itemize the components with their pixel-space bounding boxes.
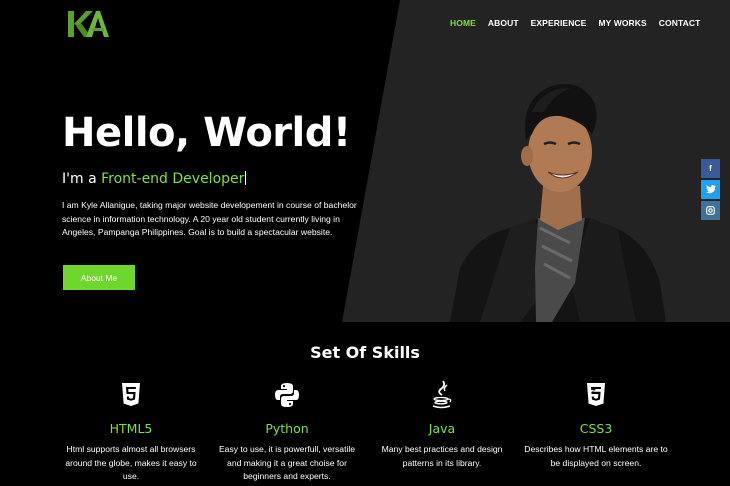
nav-my-works[interactable]: MY WORKS <box>598 18 646 28</box>
nav-experience[interactable]: EXPERIENCE <box>531 18 587 28</box>
instagram-icon[interactable] <box>701 201 720 220</box>
social-bar: f <box>701 159 720 222</box>
skill-description: Easy to use, it is powerfull, versatile … <box>218 444 356 481</box>
nav-about[interactable]: ABOUT <box>488 18 519 28</box>
skill-card-css3: CSS3 Describes how HTML elements are to … <box>516 380 676 470</box>
skills-title: Set Of Skills <box>310 343 420 362</box>
nav-home[interactable]: HOME <box>450 18 476 28</box>
skill-card-html5: HTML5 Html supports almost all browsers … <box>51 380 211 484</box>
hero-title: Hello, World! <box>62 110 351 156</box>
skill-description: Describes how HTML elements are to be di… <box>524 444 668 468</box>
main-nav: HOME ABOUT EXPERIENCE MY WORKS CONTACT <box>450 18 700 28</box>
skill-name: Java <box>428 421 456 436</box>
skill-name: HTML5 <box>109 421 153 436</box>
java-icon <box>432 380 452 409</box>
python-icon <box>275 383 299 407</box>
about-me-button[interactable]: About Me <box>63 265 135 290</box>
logo-icon[interactable] <box>66 8 110 40</box>
hero-description: I am Kyle Allanigue, taking major websit… <box>62 200 357 237</box>
skill-card-python: Python Easy to use, it is powerfull, ver… <box>207 380 367 484</box>
twitter-icon[interactable] <box>701 180 720 199</box>
skill-description: Many best practices and design patterns … <box>381 444 503 468</box>
hero-role: Front-end Developer <box>101 171 245 187</box>
typing-caret <box>245 171 247 185</box>
skill-name: CSS3 <box>579 421 613 436</box>
css3-icon <box>587 383 605 406</box>
skill-name: Python <box>265 421 309 436</box>
profile-photo <box>450 84 666 322</box>
hero-subtitle: I'm a Front-end Developer <box>62 171 247 187</box>
nav-contact[interactable]: CONTACT <box>659 18 701 28</box>
hero-sub-prefix: I'm a <box>62 171 102 187</box>
skill-card-java: Java Many best practices and design patt… <box>362 380 522 470</box>
facebook-icon[interactable]: f <box>701 159 720 178</box>
hero-section: HOME ABOUT EXPERIENCE MY WORKS CONTACT H… <box>0 0 730 322</box>
html5-icon <box>122 383 140 406</box>
skill-description: Html supports almost all browsers around… <box>65 444 197 481</box>
